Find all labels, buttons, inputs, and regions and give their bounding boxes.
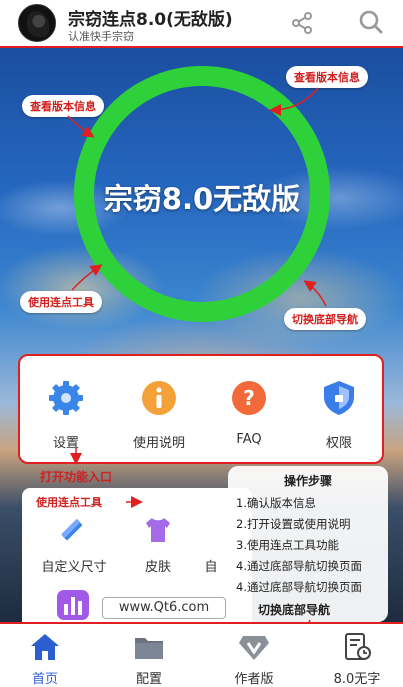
steps-title: 操作步骤	[283, 474, 332, 488]
annotation-use-tool-card: 使用连点工具	[36, 496, 102, 509]
annotation-version-info-right: 查看版本信息	[286, 66, 368, 88]
shirt-icon	[146, 518, 170, 542]
info-icon	[142, 381, 176, 415]
annotation-version-info-left: 查看版本信息	[22, 95, 104, 117]
folder-icon	[135, 638, 163, 659]
nav-config[interactable]: 配置	[114, 632, 184, 687]
function-permissions[interactable]: 权限	[304, 378, 374, 451]
nav-no-text[interactable]: 8.0无字	[322, 632, 392, 687]
app-subtitle: 认准快手宗窃	[68, 30, 134, 43]
nav-label: 配置	[135, 672, 162, 687]
nav-author[interactable]: 作者版	[219, 632, 289, 687]
avatar[interactable]	[18, 4, 56, 42]
tool-skin[interactable]: 皮肤	[118, 514, 198, 575]
share-icon[interactable]	[290, 11, 314, 35]
function-card: 设置 使用说明 ? FAQ 权限	[18, 354, 384, 464]
version-ring-text: 宗窃8.0无敌版	[103, 182, 301, 216]
tool-label: 自	[204, 560, 218, 575]
partial-icon	[196, 514, 228, 546]
steps-panel: 操作步骤 1.确认版本信息 2.打开设置或使用说明 3.使用连点工具功能 4.通…	[228, 466, 388, 622]
nav-label: 作者版	[234, 672, 274, 687]
annotation-switch-nav-bottom: 切换底部导航	[258, 603, 331, 617]
function-label: FAQ	[236, 432, 262, 447]
search-icon[interactable]	[358, 9, 384, 35]
nav-label: 首页	[31, 672, 58, 687]
tool-custom-size[interactable]: 自定义尺寸	[34, 514, 114, 575]
gear-icon	[49, 381, 83, 415]
function-faq[interactable]: ? FAQ	[214, 378, 284, 447]
bottom-navigation: 首页 配置 作者版 8.0无字	[0, 622, 403, 687]
home-icon	[31, 634, 59, 660]
step-item: 4.通过底部导航切换页面	[236, 559, 362, 573]
shield-icon	[324, 381, 354, 415]
annotation-use-tool-left: 使用连点工具	[20, 291, 102, 313]
function-label: 使用说明	[132, 436, 185, 451]
annotation-open-functions: 打开功能入口	[40, 470, 113, 484]
tool-partial[interactable]: 自	[196, 514, 226, 575]
nav-home[interactable]: 首页	[10, 632, 80, 687]
tool-label: 自定义尺寸	[41, 560, 107, 575]
step-item: 1.确认版本信息	[236, 496, 316, 510]
app-header: 宗窃连点8.0(无敌版) 认准快手宗窃	[0, 0, 403, 48]
function-settings[interactable]: 设置	[31, 378, 101, 451]
step-item: 4.通过底部导航切换页面	[236, 580, 362, 594]
step-item: 3.使用连点工具功能	[236, 538, 339, 552]
bar-chart-icon[interactable]	[57, 590, 89, 620]
step-item: 2.打开设置或使用说明	[236, 517, 351, 531]
notepad-clock-icon	[345, 633, 371, 660]
function-instructions[interactable]: 使用说明	[124, 378, 194, 451]
site-url[interactable]: www.Qt6.com	[102, 597, 226, 619]
nav-label: 8.0无字	[333, 672, 381, 687]
question-icon: ?	[232, 381, 266, 415]
svg-text:?: ?	[243, 386, 255, 410]
ruler-pencil-icon	[61, 519, 83, 541]
vip-diamond-icon	[239, 636, 269, 660]
tool-label: 皮肤	[144, 560, 171, 575]
function-label: 设置	[52, 436, 79, 451]
function-label: 权限	[325, 436, 352, 451]
annotation-switch-nav-right: 切换底部导航	[284, 308, 366, 330]
app-title: 宗窃连点8.0(无敌版)	[68, 10, 233, 30]
